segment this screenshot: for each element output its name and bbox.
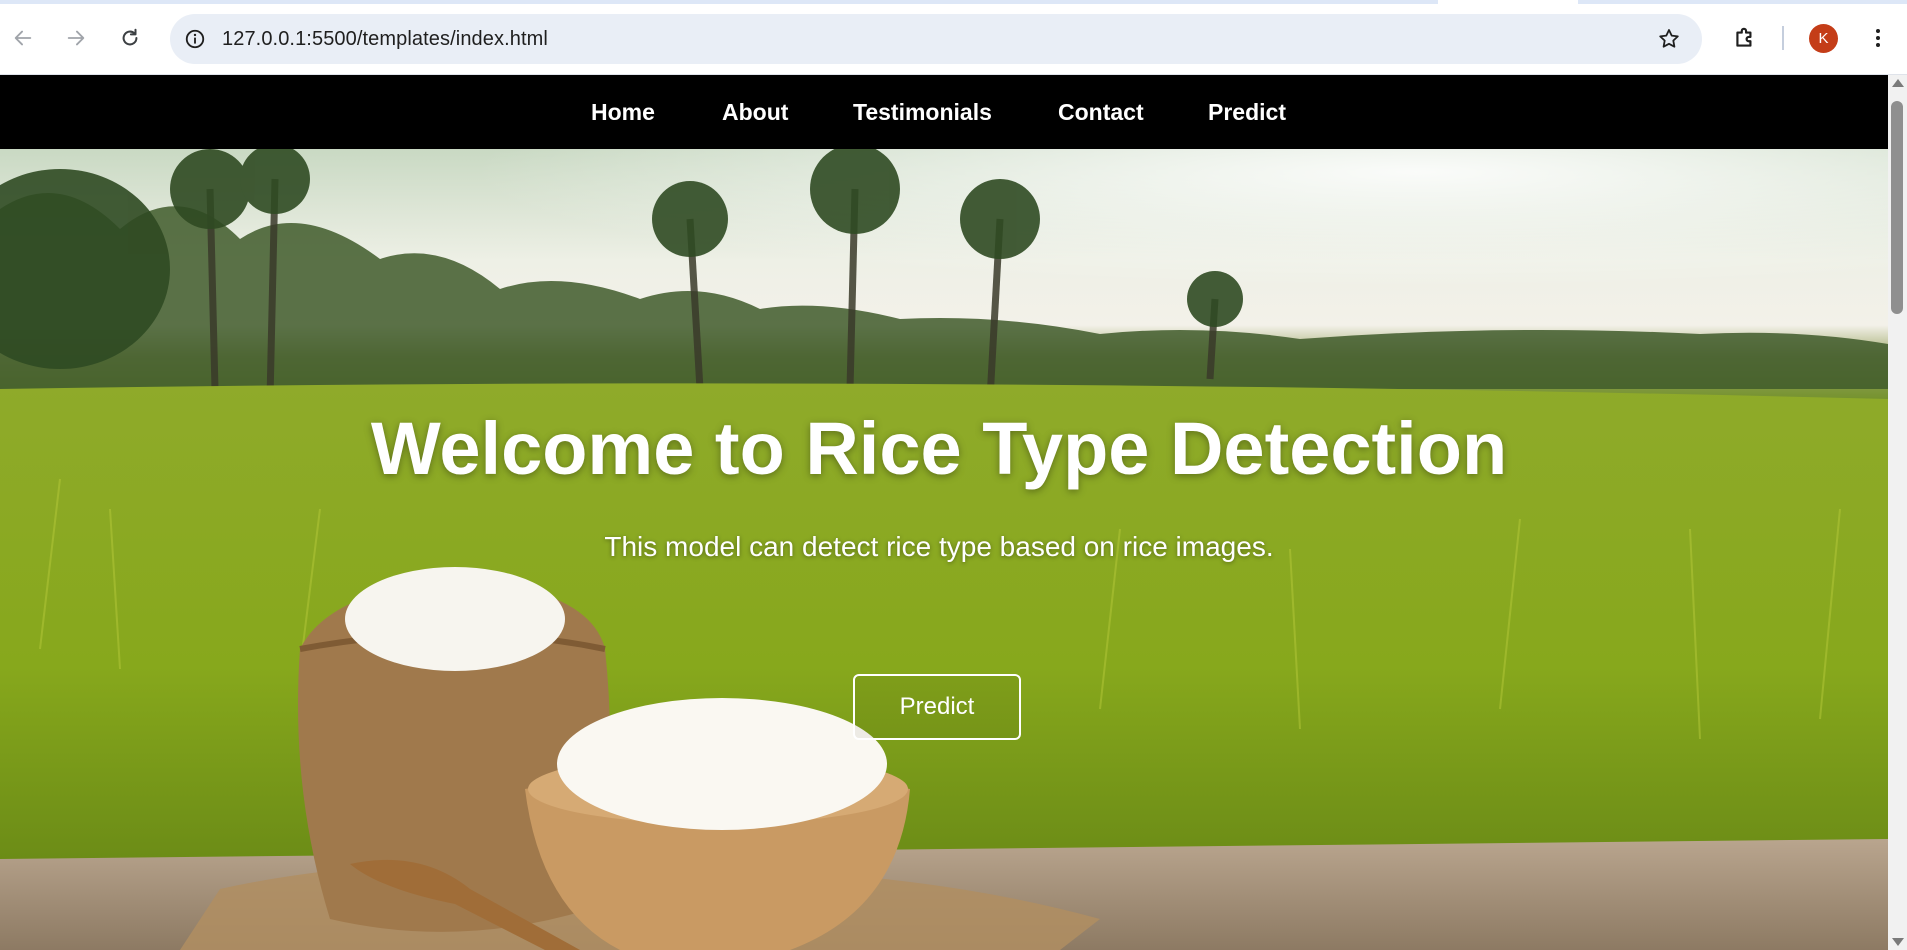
scroll-up-arrow-icon[interactable] [1892, 79, 1904, 87]
bookmark-button[interactable] [1656, 26, 1682, 52]
kebab-menu-icon [1876, 29, 1880, 47]
profile-avatar[interactable]: K [1809, 24, 1838, 53]
site-navbar: Home About Testimonials Contact Predict [0, 75, 1888, 149]
tab-strip [0, 0, 1907, 4]
hero-title: Welcome to Rice Type Detection [370, 407, 1508, 490]
arrow-left-icon [14, 30, 32, 46]
url-text[interactable]: 127.0.0.1:5500/templates/index.html [222, 28, 548, 51]
scroll-down-arrow-icon[interactable] [1892, 938, 1904, 946]
nav-link-testimonials[interactable]: Testimonials [853, 75, 992, 149]
nav-link-home[interactable]: Home [591, 75, 655, 149]
reload-icon [122, 28, 138, 46]
forward-button[interactable] [58, 20, 94, 56]
nav-link-predict[interactable]: Predict [1208, 75, 1286, 149]
arrow-right-icon [67, 30, 85, 46]
scroll-thumb[interactable] [1891, 101, 1903, 314]
toolbar-divider [1782, 26, 1784, 50]
nav-link-about[interactable]: About [722, 75, 788, 149]
star-icon [1659, 29, 1679, 48]
info-icon [185, 29, 205, 49]
page-viewport: Home About Testimonials Contact Predict [0, 75, 1888, 950]
hero-subtitle: This model can detect rice type based on… [604, 531, 1274, 562]
nav-link-contact[interactable]: Contact [1058, 75, 1144, 149]
back-button[interactable] [5, 20, 41, 56]
hero-section: Welcome to Rice Type Detection This mode… [0, 149, 1888, 950]
extensions-button[interactable] [1727, 20, 1763, 56]
browser-menu-button[interactable] [1860, 20, 1896, 56]
page-scrollbar[interactable] [1888, 75, 1907, 950]
site-info-button[interactable] [182, 26, 208, 52]
browser-toolbar: 127.0.0.1:5500/templates/index.html K [0, 0, 1907, 75]
address-bar[interactable]: 127.0.0.1:5500/templates/index.html [170, 14, 1702, 64]
puzzle-icon [1736, 27, 1752, 47]
hero-predict-button[interactable]: Predict [853, 674, 1021, 740]
reload-button[interactable] [112, 20, 148, 56]
active-tab-edge [1438, 0, 1578, 4]
hero-content: Welcome to Rice Type Detection This mode… [0, 149, 1888, 950]
